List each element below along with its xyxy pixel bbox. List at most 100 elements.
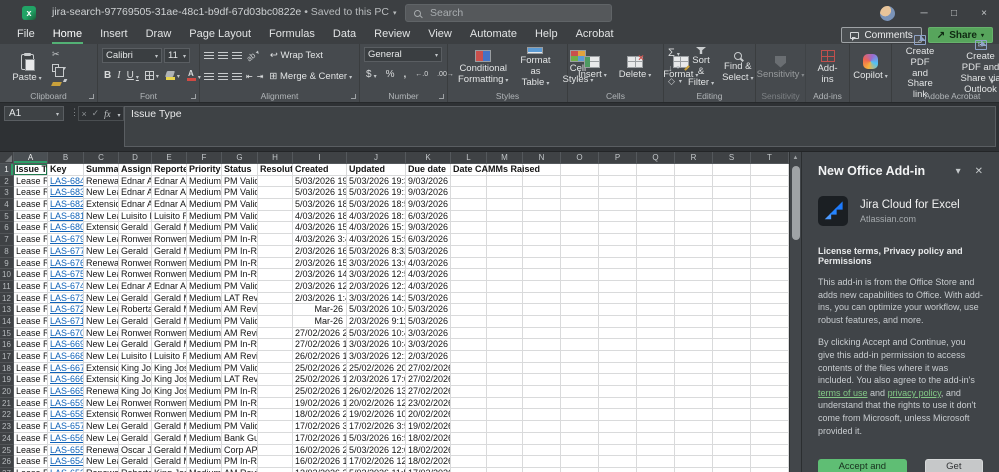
cell-G24[interactable]: Bank Guar <box>222 432 258 445</box>
cell-K2[interactable]: 9/03/2026 <box>406 175 451 188</box>
cell-F21[interactable]: Medium <box>187 397 222 410</box>
cell-D12[interactable]: Gerald Ma <box>119 292 152 305</box>
cell-S19[interactable] <box>713 374 751 387</box>
cell-S12[interactable] <box>713 292 751 305</box>
cell-H14[interactable] <box>258 315 293 328</box>
cell-J7[interactable]: 4/03/2026 15:51 <box>347 234 406 246</box>
cell-M6[interactable] <box>487 222 523 235</box>
cell-S14[interactable] <box>713 315 751 328</box>
cell-G14[interactable]: PM Valida <box>222 315 258 328</box>
cell-C2[interactable]: Renewal - <box>84 175 119 188</box>
cell-E18[interactable]: King Josep <box>152 362 187 375</box>
cell-P20[interactable] <box>599 386 637 398</box>
cell-Q22[interactable] <box>637 409 675 422</box>
cell-A7[interactable]: Lease Req <box>14 234 48 246</box>
cell-L14[interactable] <box>451 315 487 328</box>
cell-H17[interactable] <box>258 351 293 363</box>
cell-E27[interactable]: King Josep <box>152 467 187 472</box>
cell-L21[interactable] <box>451 397 487 410</box>
cell-F11[interactable]: Medium <box>187 280 222 293</box>
cell-G25[interactable]: Corp AP <box>222 444 258 457</box>
cell-N23[interactable] <box>523 421 561 433</box>
cell-K11[interactable]: 4/03/2026 <box>406 280 451 293</box>
cell-R21[interactable] <box>675 397 713 410</box>
cell-N6[interactable] <box>523 222 561 235</box>
cell-P18[interactable] <box>599 362 637 375</box>
cell-F10[interactable]: Medium <box>187 269 222 281</box>
cell-S15[interactable] <box>713 327 751 340</box>
cell-I24[interactable]: 17/02/2026 1:17 <box>293 432 347 445</box>
cell-I9[interactable]: 2/03/2026 15:07 <box>293 257 347 270</box>
cell-K19[interactable]: 27/02/2026 <box>406 374 451 387</box>
cell-M12[interactable] <box>487 292 523 305</box>
tab-home[interactable]: Home <box>44 26 91 44</box>
cell-O15[interactable] <box>561 327 599 340</box>
cell-J22[interactable]: 19/02/2026 10:48 <box>347 409 406 422</box>
cell-A20[interactable]: Lease Req <box>14 386 48 398</box>
cell-D19[interactable]: King Josep <box>119 374 152 387</box>
cell-L13[interactable] <box>451 304 487 316</box>
save-status[interactable]: Saved to this PC <box>311 6 389 18</box>
cell-I3[interactable]: 5/03/2026 19:14 <box>293 187 347 200</box>
cell-G10[interactable]: PM In-Rev <box>222 269 258 281</box>
column-header-C[interactable]: C <box>84 152 119 164</box>
cell-D15[interactable]: Ronwenal <box>119 327 152 340</box>
cell-K1[interactable]: Due date <box>406 164 451 176</box>
cell-J10[interactable]: 3/03/2026 12:56 <box>347 269 406 281</box>
cell-G26[interactable]: PM In-Rev <box>222 456 258 468</box>
column-header-H[interactable]: H <box>258 152 293 164</box>
cell-Q14[interactable] <box>637 315 675 328</box>
tab-automate[interactable]: Automate <box>461 26 526 44</box>
row-header-24[interactable]: 24 <box>0 432 14 445</box>
cell-H5[interactable] <box>258 210 293 223</box>
cell-M22[interactable] <box>487 409 523 422</box>
cell-T21[interactable] <box>751 397 789 410</box>
cell-F22[interactable]: Medium <box>187 409 222 422</box>
cell-J11[interactable]: 2/03/2026 12:21 <box>347 280 406 293</box>
cell-J8[interactable]: 5/03/2026 8:32 <box>347 245 406 258</box>
cell-E7[interactable]: Ronwenal <box>152 234 187 246</box>
cell-H1[interactable]: Resolution <box>258 164 293 176</box>
cell-B15[interactable]: LAS-670 <box>48 327 84 340</box>
cell-G11[interactable]: PM Valida <box>222 280 258 293</box>
row-header-25[interactable]: 25 <box>0 444 14 457</box>
cell-I27[interactable]: 13/02/2026 21:34 <box>293 467 347 472</box>
pane-close-icon[interactable]: ✕ <box>975 166 983 177</box>
cell-Q11[interactable] <box>637 280 675 293</box>
cell-S21[interactable] <box>713 397 751 410</box>
cell-G4[interactable]: PM Valida <box>222 199 258 211</box>
cell-R4[interactable] <box>675 199 713 211</box>
cell-O14[interactable] <box>561 315 599 328</box>
cell-T7[interactable] <box>751 234 789 246</box>
cell-I19[interactable]: 25/02/2026 17:30 <box>293 374 347 387</box>
cell-H12[interactable] <box>258 292 293 305</box>
cell-T23[interactable] <box>751 421 789 433</box>
cell-N2[interactable] <box>523 175 561 188</box>
cell-C27[interactable]: Renewal_ <box>84 467 119 472</box>
cell-L10[interactable] <box>451 269 487 281</box>
cell-O4[interactable] <box>561 199 599 211</box>
cell-I18[interactable]: 25/02/2026 20:09 <box>293 362 347 375</box>
cell-N17[interactable] <box>523 351 561 363</box>
cell-C26[interactable]: New Lease <box>84 456 119 468</box>
cell-R1[interactable] <box>675 164 713 176</box>
cell-R20[interactable] <box>675 386 713 398</box>
cell-T9[interactable] <box>751 257 789 270</box>
cell-N18[interactable] <box>523 362 561 375</box>
cell-D24[interactable]: Gerald Ma <box>119 432 152 445</box>
cell-B27[interactable]: LAS-653 <box>48 467 84 472</box>
cell-F2[interactable]: Medium <box>187 175 222 188</box>
cell-F7[interactable]: Medium <box>187 234 222 246</box>
cell-Q12[interactable] <box>637 292 675 305</box>
cell-B6[interactable]: LAS-680 <box>48 222 84 235</box>
cell-I23[interactable]: 17/02/2026 3:49 <box>293 421 347 433</box>
cell-T12[interactable] <box>751 292 789 305</box>
cell-C6[interactable]: Extension <box>84 222 119 235</box>
cell-N24[interactable] <box>523 432 561 445</box>
cell-C21[interactable]: New Lease <box>84 397 119 410</box>
cell-G21[interactable]: PM In-Rev <box>222 397 258 410</box>
get-details-button[interactable]: Get Details <box>924 459 983 472</box>
cell-B7[interactable]: LAS-679 <box>48 234 84 246</box>
cell-A2[interactable]: Lease Req <box>14 175 48 188</box>
cell-Q10[interactable] <box>637 269 675 281</box>
